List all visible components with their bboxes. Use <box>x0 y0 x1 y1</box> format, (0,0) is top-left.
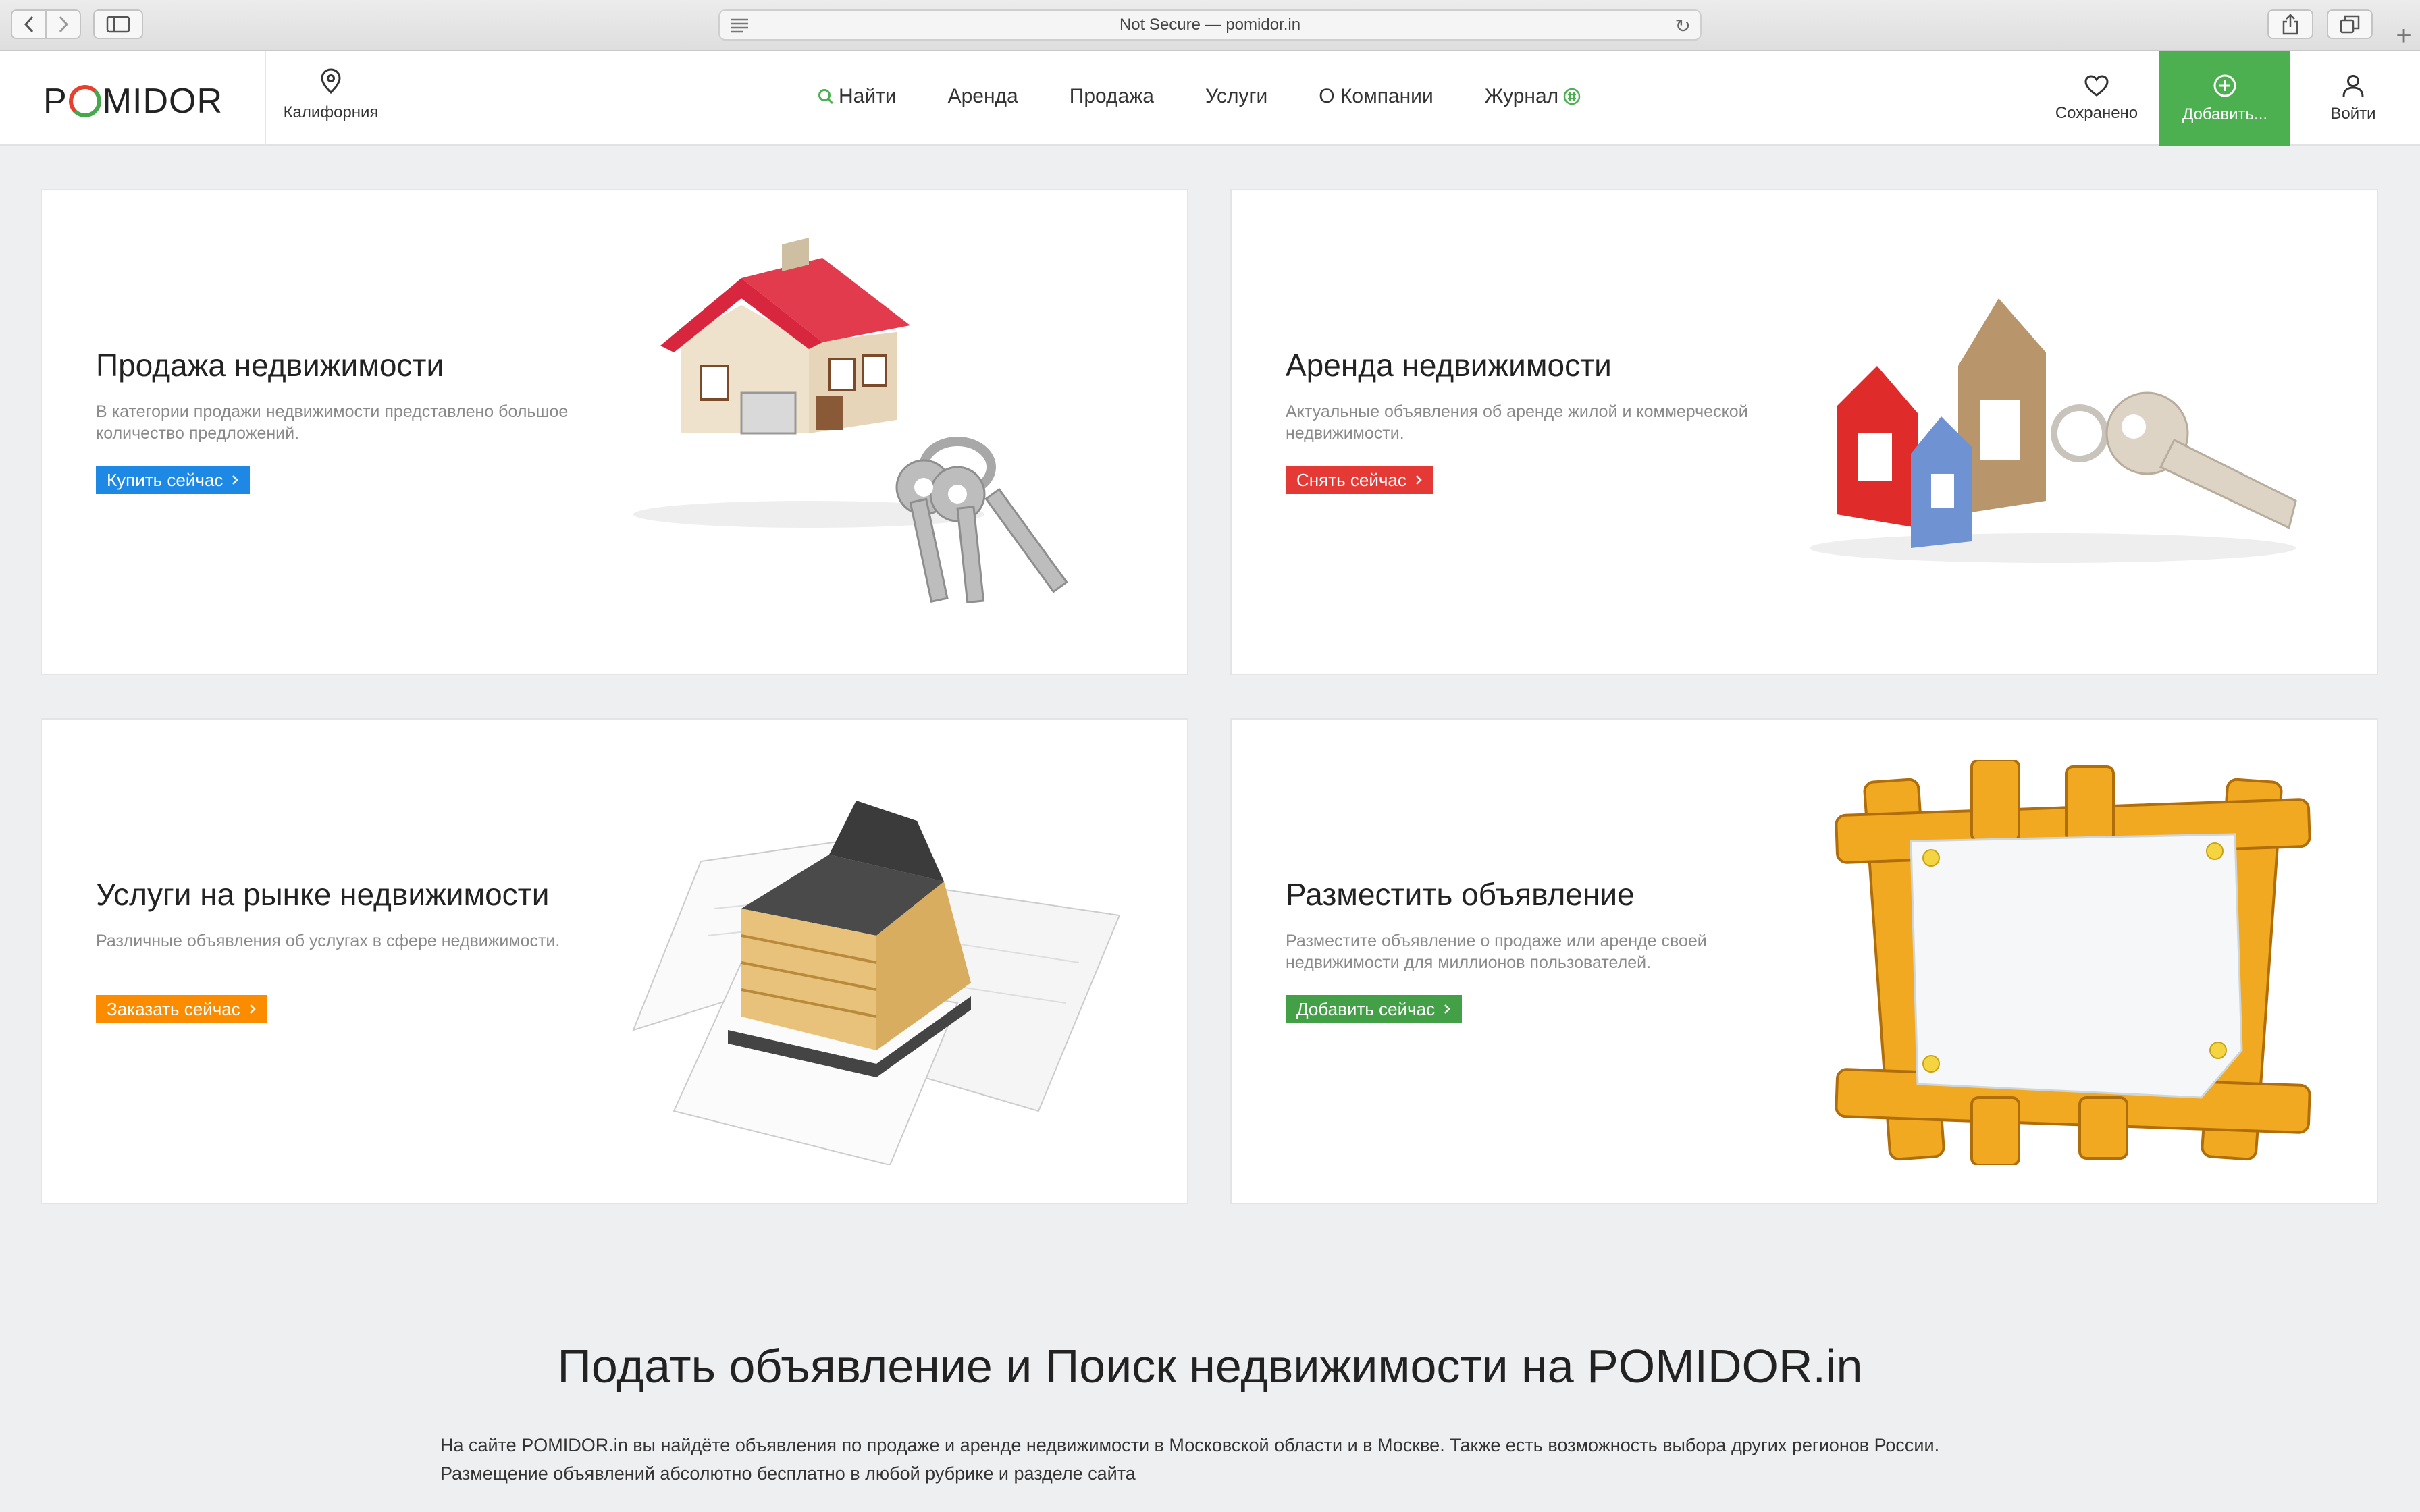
logo-text-right: MIDOR <box>102 82 223 121</box>
header-divider <box>265 51 266 146</box>
reload-icon[interactable]: ↻ <box>1675 15 1691 37</box>
plus-icon[interactable]: + <box>2388 20 2420 51</box>
login-button[interactable]: Войти <box>2303 51 2404 146</box>
card-sale[interactable]: Продажа недвижимости В категории продажи… <box>41 189 1188 675</box>
logo[interactable]: P MIDOR <box>43 81 223 122</box>
nav-journal[interactable]: Журнал <box>1485 85 1581 108</box>
button-label: Заказать сейчас <box>107 998 240 1019</box>
rent-now-button[interactable]: Снять сейчас <box>1286 466 1433 494</box>
search-icon <box>818 89 834 105</box>
journal-icon <box>1563 88 1581 105</box>
nav-services[interactable]: Услуги <box>1205 85 1267 108</box>
site-header: P MIDOR Калифорния Найти Аренда Продажа … <box>0 51 2420 146</box>
reader-icon[interactable] <box>729 16 749 34</box>
plus-circle-icon <box>2213 74 2236 97</box>
card-title: Услуги на рынке недвижимости <box>96 877 550 912</box>
seo-title: Подать объявление и Поиск недвижимости н… <box>557 1340 1863 1393</box>
card-title: Аренда недвижимости <box>1286 348 1612 383</box>
order-now-button[interactable]: Заказать сейчас <box>96 995 267 1023</box>
nav-search[interactable]: Найти <box>817 85 897 108</box>
address-text: Not Secure — pomidor.in <box>1119 16 1301 34</box>
user-icon <box>2342 75 2364 97</box>
card-description: В категории продажи недвижимости предста… <box>96 402 569 443</box>
button-label: Купить сейчас <box>107 469 223 490</box>
chevron-right-icon <box>1444 1004 1450 1014</box>
location-pin-icon <box>321 68 341 94</box>
nav-sale[interactable]: Продажа <box>1070 85 1154 108</box>
buy-now-button[interactable]: Купить сейчас <box>96 466 251 494</box>
history-buttons <box>11 9 81 39</box>
logo-circle-icon <box>68 85 101 117</box>
nav-search-label: Найти <box>839 85 897 107</box>
button-label: Добавить сейчас <box>1296 998 1436 1019</box>
chevron-left-icon <box>24 16 33 33</box>
chevron-right-icon <box>249 1004 256 1014</box>
house-keychain-illustration <box>1810 298 2297 563</box>
main-nav: Найти Аренда Продажа Услуги О Компании Ж… <box>817 85 1581 108</box>
nav-rent[interactable]: Аренда <box>948 85 1018 108</box>
card-title: Разместить объявление <box>1286 877 1635 912</box>
tabs-overview-button[interactable] <box>2327 9 2373 39</box>
tabs-icon <box>2340 15 2360 34</box>
nav-about-label: О Компании <box>1319 85 1433 107</box>
chevron-right-icon <box>232 475 239 485</box>
saved-label: Сохранено <box>2055 104 2138 122</box>
seo-text: На сайте POMIDOR.in вы найдёте объявлени… <box>440 1435 1940 1484</box>
wooden-house-blueprints-illustration <box>632 801 1121 1165</box>
wooden-board-notice-illustration <box>1835 760 2311 1165</box>
share-icon <box>2282 14 2298 35</box>
house-with-keys-illustration <box>633 238 1068 604</box>
card-description: Различные объявления об услугах в сфере … <box>96 932 560 950</box>
button-label: Снять сейчас <box>1296 469 1406 490</box>
address-bar[interactable]: Not Secure — pomidor.in ↻ <box>718 9 1702 40</box>
sidebar-button[interactable] <box>93 9 143 39</box>
share-button[interactable] <box>2267 9 2313 39</box>
nav-rent-label: Аренда <box>947 85 1018 107</box>
add-label: Добавить... <box>2182 105 2268 124</box>
card-services[interactable]: Услуги на рынке недвижимости Различные о… <box>41 718 1188 1204</box>
chevron-right-icon <box>1416 475 1422 485</box>
back-button[interactable] <box>12 11 47 38</box>
logo-text-left: P <box>43 82 68 121</box>
sidebar-icon <box>106 16 130 33</box>
card-post-ad[interactable]: Разместить объявление Разместите объявле… <box>1230 718 2378 1204</box>
heart-icon <box>2084 75 2109 97</box>
chevron-right-icon <box>59 16 68 33</box>
card-rent[interactable]: Аренда недвижимости Актуальные объявлени… <box>1230 189 2378 675</box>
card-description: Разместите объявление о продаже или арен… <box>1286 932 1707 972</box>
location-selector[interactable]: Калифорния <box>278 68 384 122</box>
add-now-button[interactable]: Добавить сейчас <box>1286 995 1463 1023</box>
login-label: Войти <box>2330 105 2376 123</box>
location-label: Калифорния <box>283 103 379 122</box>
card-title: Продажа недвижимости <box>96 348 444 383</box>
nav-journal-label: Журнал <box>1484 85 1559 107</box>
nav-sale-label: Продажа <box>1069 85 1154 107</box>
nav-about[interactable]: О Компании <box>1319 85 1433 108</box>
card-description: Актуальные объявления об аренде жилой и … <box>1286 402 1748 443</box>
add-listing-button[interactable]: Добавить... <box>2159 51 2290 146</box>
forward-button[interactable] <box>47 11 80 38</box>
saved-button[interactable]: Сохранено <box>2046 51 2147 146</box>
browser-toolbar: Not Secure — pomidor.in ↻ + <box>0 0 2420 51</box>
nav-services-label: Услуги <box>1205 85 1268 107</box>
